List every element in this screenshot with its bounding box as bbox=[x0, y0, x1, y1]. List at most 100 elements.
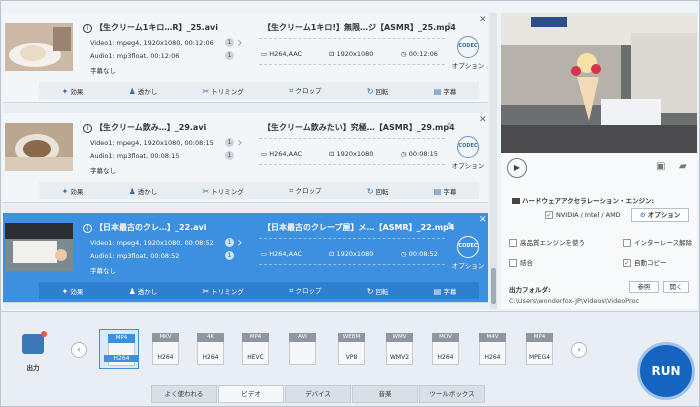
browse-button[interactable]: 参照 bbox=[629, 281, 659, 293]
info-icon[interactable]: i bbox=[83, 224, 92, 233]
open-button[interactable]: 開く bbox=[663, 281, 689, 293]
crop-icon: ⌗ bbox=[289, 186, 294, 195]
format-mov-h264[interactable]: MOV H264 bbox=[424, 329, 464, 369]
nvidia-checkbox[interactable]: ✓ NVIDIA / Intel / AMD bbox=[545, 211, 621, 219]
merge-checkbox[interactable]: 結合 bbox=[509, 257, 533, 267]
tab-toolbox[interactable]: ツールボックス bbox=[419, 385, 485, 403]
video-thumbnail bbox=[5, 123, 73, 171]
list-scrollbar[interactable] bbox=[490, 13, 497, 309]
subtitle-button[interactable]: ▤ 字幕 bbox=[434, 286, 457, 296]
info-icon[interactable]: i bbox=[83, 24, 92, 33]
format-mp4-h264[interactable]: MP4 H264 bbox=[99, 329, 139, 369]
format-4k-h264[interactable]: 4K H264 bbox=[189, 329, 229, 369]
video-track-count[interactable]: 1 bbox=[225, 138, 234, 147]
output-filename[interactable]: 【日本最古のクレープ屋】メ…【ASMR】_22.mp4 bbox=[263, 222, 454, 233]
subtitle-info[interactable]: 字幕なし bbox=[90, 65, 116, 75]
run-button[interactable]: RUN bbox=[637, 342, 695, 400]
close-icon[interactable]: ✕ bbox=[479, 215, 487, 225]
tab-music[interactable]: 音楽 bbox=[352, 385, 418, 403]
subtitle-info[interactable]: 字幕なし bbox=[90, 265, 116, 275]
format-mp4-mpeg4[interactable]: MP4 MPEG4 bbox=[518, 329, 558, 369]
auto-copy-checkbox[interactable]: ✓ 自動コピー bbox=[623, 257, 667, 267]
format-mp4-hevc[interactable]: MP4 HEVC bbox=[234, 329, 274, 369]
rotate-button[interactable]: ↻ 回転 bbox=[367, 86, 389, 96]
trim-button[interactable]: ✂ トリミング bbox=[203, 86, 244, 96]
output-settings-icon[interactable] bbox=[19, 331, 47, 358]
tab-popular[interactable]: よく使われる bbox=[151, 385, 217, 403]
audio-track-info: Audio1: mp3float, 00:08:15 bbox=[90, 152, 180, 160]
folder-icon[interactable]: ▰ bbox=[679, 161, 687, 172]
format-mkv-h264[interactable]: MKV H264 bbox=[144, 329, 184, 369]
format-wmv-wmv2[interactable]: WMV WMV2 bbox=[378, 329, 418, 369]
watermark-button[interactable]: ♟ 透かし bbox=[129, 86, 158, 96]
tab-device[interactable]: デバイス bbox=[285, 385, 351, 403]
watermark-button[interactable]: ♟ 透かし bbox=[129, 186, 158, 196]
gpu-icon bbox=[512, 198, 520, 204]
trim-button[interactable]: ✂ トリミング bbox=[203, 286, 244, 296]
deinterlace-checkbox[interactable]: インターレース解除 bbox=[623, 237, 692, 247]
output-filename[interactable]: 【生クリーム飲みたい】究極…【ASMR】_29.mp4 bbox=[263, 122, 455, 133]
info-icon[interactable]: i bbox=[83, 124, 92, 133]
scrollbar-thumb[interactable] bbox=[491, 268, 496, 304]
subtitle-button[interactable]: ▤ 字幕 bbox=[434, 186, 457, 196]
crop-button[interactable]: ⌗ クロップ bbox=[289, 285, 322, 296]
output-resolution: ⊡ 1920x1080 bbox=[329, 150, 374, 158]
hw-option-button[interactable]: ⚙ オプション bbox=[631, 208, 689, 222]
arrow-right-icon: › bbox=[237, 235, 243, 251]
high-quality-checkbox[interactable]: 高品質エンジンを使う bbox=[509, 237, 585, 247]
rotate-button[interactable]: ↻ 回転 bbox=[367, 186, 389, 196]
output-filename[interactable]: 【生クリーム1キロ!】無限…ジ【ASMR】_25.mp4 bbox=[263, 22, 456, 33]
pencil-icon[interactable]: ✎ bbox=[447, 22, 455, 32]
video-icon: ▭ bbox=[261, 150, 270, 158]
output-label: 出力 bbox=[26, 364, 40, 372]
output-duration: ◷ 00:12:06 bbox=[401, 50, 438, 58]
audio-track-count[interactable]: 1 bbox=[225, 151, 234, 160]
format-m4v-h264[interactable]: M4V H264 bbox=[471, 329, 511, 369]
chevron-left-icon[interactable]: ‹ bbox=[71, 342, 87, 358]
app-window: i 【生クリーム1キロ…R】_25.avi Video1: mpeg4, 1920… bbox=[0, 0, 700, 407]
codec-option-button[interactable]: CODEC オプション bbox=[451, 36, 485, 70]
audio-track-count[interactable]: 1 bbox=[225, 251, 234, 260]
subtitle-icon: ▤ bbox=[433, 186, 442, 196]
effect-button[interactable]: ✦ 効果 bbox=[62, 286, 84, 296]
video-track-count[interactable]: 1 bbox=[225, 38, 234, 47]
codec-option-button[interactable]: CODEC オプション bbox=[451, 236, 485, 270]
file-card[interactable]: i 【生クリーム1キロ…R】_25.avi Video1: mpeg4, 1920… bbox=[3, 13, 488, 103]
play-icon[interactable]: ▶ bbox=[507, 158, 527, 178]
camera-icon[interactable]: ▣ bbox=[656, 161, 665, 172]
pencil-icon[interactable]: ✎ bbox=[447, 122, 455, 132]
file-card[interactable]: i 【生クリーム飲み…】_29.avi Video1: mpeg4, 1920x1… bbox=[3, 113, 488, 203]
edit-toolbar: ✦ 効果 ♟ 透かし ✂ トリミング ⌗ クロップ ↻ 回転 ▤ 字幕 bbox=[39, 282, 479, 299]
file-card-selected[interactable]: i 【日本最古のクレ…】_22.avi Video1: mpeg4, 1920x1… bbox=[3, 213, 488, 303]
watermark-button[interactable]: ♟ 透かし bbox=[129, 286, 158, 296]
wand-icon: ✦ bbox=[61, 86, 69, 96]
codec-option-button[interactable]: CODEC オプション bbox=[451, 136, 485, 170]
crop-icon: ⌗ bbox=[289, 286, 294, 295]
pencil-icon[interactable]: ✎ bbox=[447, 222, 455, 232]
rotate-button[interactable]: ↻ 回転 bbox=[367, 286, 389, 296]
subtitle-button[interactable]: ▤ 字幕 bbox=[434, 86, 457, 96]
subtitle-info[interactable]: 字幕なし bbox=[90, 165, 116, 175]
output-path[interactable]: C:\Users\wonderfox-JP\Videos\VideoProc bbox=[509, 297, 639, 305]
scissors-icon: ✂ bbox=[202, 86, 210, 96]
clock-icon: ◷ bbox=[401, 50, 409, 58]
crop-button[interactable]: ⌗ クロップ bbox=[289, 185, 322, 196]
format-webm-vp8[interactable]: WEBM VP8 bbox=[330, 329, 370, 369]
format-avi[interactable]: AVI bbox=[281, 329, 321, 369]
top-strip bbox=[1, 1, 699, 13]
crop-button[interactable]: ⌗ クロップ bbox=[289, 85, 322, 96]
checkbox-checked-icon: ✓ bbox=[545, 211, 553, 219]
input-filename: i 【生クリーム1キロ…R】_25.avi bbox=[83, 22, 218, 33]
stamp-icon: ♟ bbox=[128, 286, 136, 296]
audio-track-count[interactable]: 1 bbox=[225, 51, 234, 60]
close-icon[interactable]: ✕ bbox=[479, 15, 487, 25]
trim-button[interactable]: ✂ トリミング bbox=[203, 186, 244, 196]
effect-button[interactable]: ✦ 効果 bbox=[62, 86, 84, 96]
chevron-right-icon[interactable]: › bbox=[571, 342, 587, 358]
codec-icon: CODEC bbox=[457, 36, 479, 58]
settings-panel: ハードウェアアクセラレーション・エンジン: ✓ NVIDIA / Intel / … bbox=[501, 183, 697, 309]
close-icon[interactable]: ✕ bbox=[479, 115, 487, 125]
tab-video[interactable]: ビデオ bbox=[218, 385, 284, 403]
video-track-count[interactable]: 1 bbox=[225, 238, 234, 247]
effect-button[interactable]: ✦ 効果 bbox=[62, 186, 84, 196]
